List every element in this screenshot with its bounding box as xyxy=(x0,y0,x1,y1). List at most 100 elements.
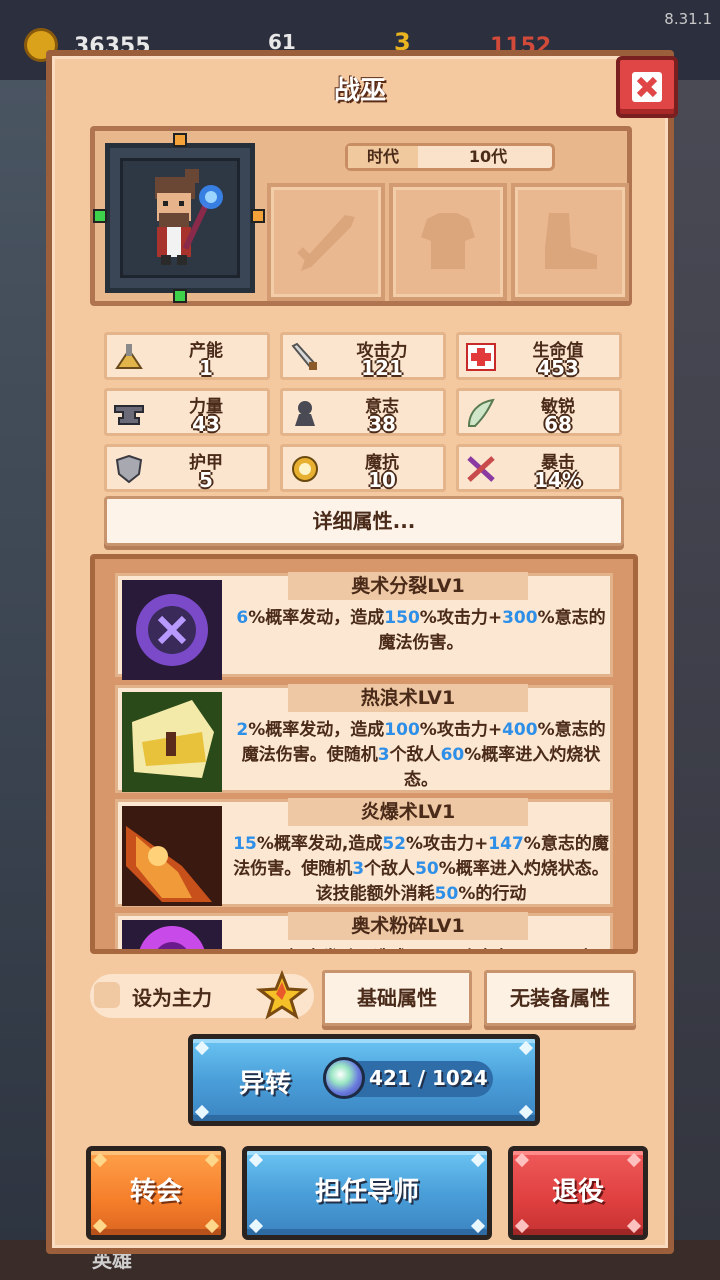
health-cross-icon xyxy=(466,343,496,371)
close-button[interactable] xyxy=(616,56,678,118)
retire-button[interactable]: 退役 xyxy=(508,1146,648,1240)
detail-attributes-button[interactable]: 详细属性... xyxy=(104,496,624,546)
transform-button[interactable]: 异转 421 / 1024 xyxy=(188,1034,540,1126)
era-value: 10代 xyxy=(468,147,508,166)
skill-number: 60 xyxy=(440,745,465,765)
arcane-crush-icon xyxy=(122,920,222,949)
warlock-avatar-icon xyxy=(155,169,223,265)
wing-icon xyxy=(467,398,495,427)
skill-text: %概率发动，造成 xyxy=(248,720,385,740)
base-attributes-button[interactable]: 基础属性 xyxy=(322,970,472,1026)
shield-icon xyxy=(115,454,143,484)
stat-attack: 攻击力 121 xyxy=(280,332,446,380)
skill-number: 2 xyxy=(236,720,249,740)
spirit-icon xyxy=(295,401,315,426)
skill-number: 50 xyxy=(415,859,439,879)
skill-text: %概率发动，造成 xyxy=(248,608,385,628)
soul-gem-icon xyxy=(323,1057,365,1099)
stat-health: 生命值 453 xyxy=(456,332,622,380)
skill-title: 热浪术LV1 xyxy=(288,684,528,712)
stat-crit: 暴击 14% xyxy=(456,444,622,492)
skill-number: 100 xyxy=(384,720,420,740)
set-main-label: 设为主力 xyxy=(132,986,212,1010)
set-main-checkbox[interactable] xyxy=(94,982,120,1008)
heat-wave-icon xyxy=(122,692,222,792)
skill-number: 150 xyxy=(384,608,420,628)
equip-slot-armor[interactable] xyxy=(389,183,507,301)
skill-description: 2%概率发动，造成100%攻击力+400%意志的魔法伤害。使随机3个敌人60%概… xyxy=(232,718,610,793)
star-icon xyxy=(256,970,308,1020)
skill-text: 个敌人 xyxy=(364,859,416,879)
portrait-handle-icon xyxy=(93,209,107,223)
skill-text: %攻击力+ xyxy=(419,720,503,740)
skill-title: 炎爆术LV1 xyxy=(288,798,528,826)
arcane-split-icon xyxy=(122,580,222,680)
skill-text: %概率发动，造成 xyxy=(271,948,407,949)
hero-detail-dialog: 战巫 时代 10代 产能 1 攻击力 121 生命值 453 力量 43 意志 … xyxy=(46,50,678,1254)
crossed-swords-icon xyxy=(467,456,495,482)
stat-armor: 护甲 5 xyxy=(104,444,270,492)
pyroblast-icon xyxy=(122,806,222,906)
stat-will: 意志 38 xyxy=(280,388,446,436)
equip-slot-boots[interactable] xyxy=(511,183,629,301)
weapon-slot-icon xyxy=(297,215,355,271)
transfer-label: 转会 xyxy=(129,1177,182,1207)
hero-portrait[interactable] xyxy=(105,143,255,293)
skill-text: %攻击力+ xyxy=(419,608,503,628)
skill-card[interactable]: 奥术粉碎LV1 10%概率发动，造成155%攻击力+281%意 xyxy=(115,912,613,949)
stat-strength: 力量 43 xyxy=(104,388,270,436)
skill-number: 52 xyxy=(382,834,406,854)
skill-number: 3 xyxy=(377,745,390,765)
mentor-button[interactable]: 担任导师 xyxy=(242,1146,492,1240)
transform-cost-value: 421 / 1024 xyxy=(369,1066,488,1090)
version-label: 8.31.1 xyxy=(664,10,712,28)
skill-description: 10%概率发动，造成155%攻击力+281%意 xyxy=(232,946,610,949)
sword-icon xyxy=(291,342,317,370)
boots-slot-icon xyxy=(545,213,597,269)
skill-title: 奥术分裂LV1 xyxy=(288,572,528,600)
skill-number: 3 xyxy=(352,859,365,879)
set-main-toggle[interactable]: 设为主力 xyxy=(90,970,314,1020)
mentor-label: 担任导师 xyxy=(314,1177,419,1207)
skill-text: 个敌人 xyxy=(389,745,441,765)
transform-label: 异转 xyxy=(239,1069,292,1099)
magic-resist-icon xyxy=(292,456,318,482)
retire-label: 退役 xyxy=(551,1177,604,1207)
skill-number: 155 xyxy=(407,948,443,949)
skill-card[interactable]: 炎爆术LV1 15%概率发动,造成52%攻击力+147%意志的魔法伤害。使随机3… xyxy=(115,798,613,907)
skill-text: %概率发动,造成 xyxy=(256,834,383,854)
stat-production: 产能 1 xyxy=(104,332,270,380)
skill-text: %攻击力+ xyxy=(406,834,489,854)
portrait-handle-icon xyxy=(173,289,187,303)
skill-description: 6%概率发动，造成150%攻击力+300%意志的魔法伤害。 xyxy=(232,606,610,656)
no-equipment-attributes-button[interactable]: 无装备属性 xyxy=(484,970,636,1026)
skill-number: 15 xyxy=(233,834,257,854)
skill-text: %意 xyxy=(560,948,594,949)
skill-card[interactable]: 热浪术LV1 2%概率发动，造成100%攻击力+400%意志的魔法伤害。使随机3… xyxy=(115,684,613,793)
stat-magic-resist: 魔抗 10 xyxy=(280,444,446,492)
skill-number: 300 xyxy=(502,608,538,628)
skill-number: 6 xyxy=(236,608,249,628)
era-display: 时代 10代 xyxy=(345,143,555,171)
tool-icon xyxy=(115,344,143,369)
skill-number: 50 xyxy=(434,884,459,904)
skill-text: %的行动 xyxy=(458,884,527,904)
skill-number: 147 xyxy=(488,834,524,854)
portrait-handle-icon xyxy=(251,209,265,223)
skill-number: 400 xyxy=(502,720,538,740)
skill-description: 15%概率发动,造成52%攻击力+147%意志的魔法伤害。使随机3个敌人50%概… xyxy=(232,832,610,907)
skill-card[interactable]: 奥术分裂LV1 6%概率发动，造成150%攻击力+300%意志的魔法伤害。 xyxy=(115,572,613,680)
armor-slot-icon xyxy=(421,213,475,269)
equip-slot-weapon[interactable] xyxy=(267,183,385,301)
skill-text: %攻击力+ xyxy=(443,948,525,949)
skill-number: 10 xyxy=(247,948,271,949)
skills-list[interactable]: 奥术分裂LV1 6%概率发动，造成150%攻击力+300%意志的魔法伤害。 热浪… xyxy=(90,554,638,954)
transform-cost: 421 / 1024 xyxy=(323,1057,493,1099)
era-label: 时代 xyxy=(348,146,418,168)
dialog-title: 战巫 xyxy=(333,76,386,106)
anvil-icon xyxy=(114,405,144,425)
hero-header: 时代 10代 xyxy=(90,126,632,306)
transfer-button[interactable]: 转会 xyxy=(86,1146,226,1240)
portrait-handle-icon xyxy=(173,133,187,147)
background-left xyxy=(0,80,48,1280)
